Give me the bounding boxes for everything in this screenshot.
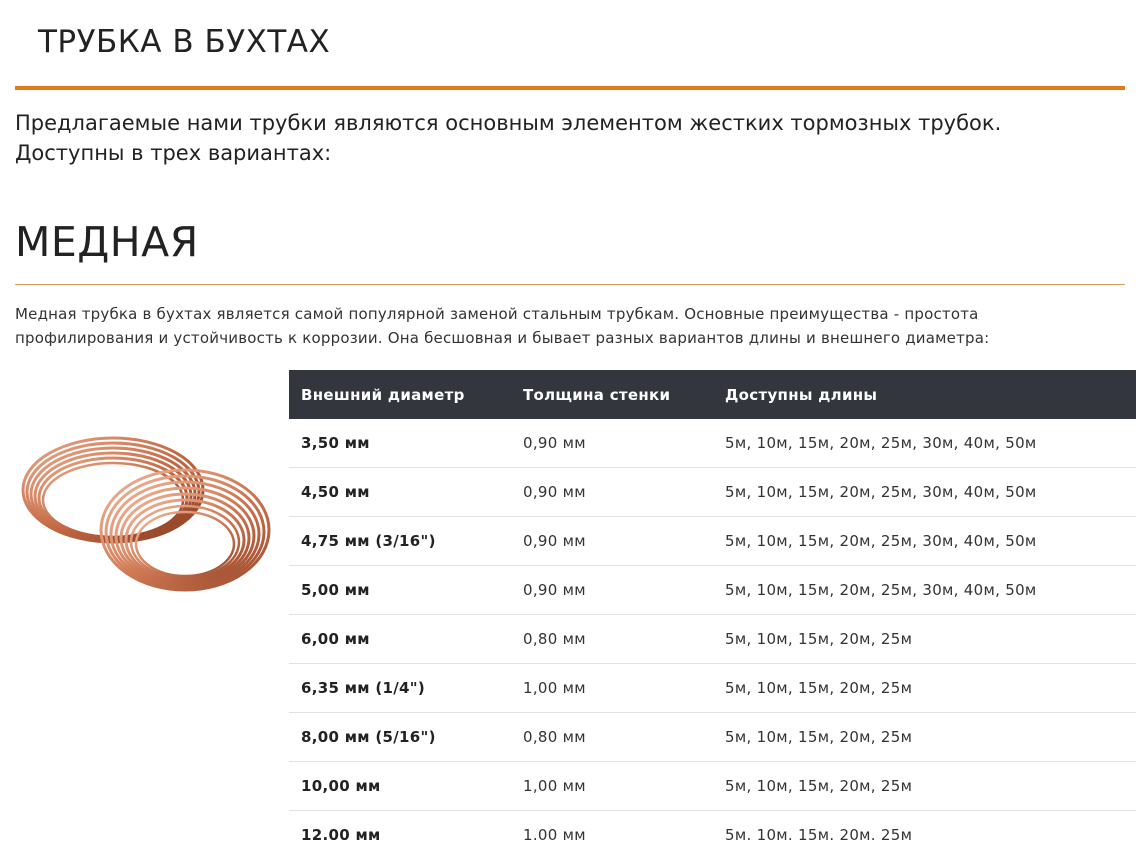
cell-outer-diameter: 5,00 мм: [289, 565, 511, 615]
section-title: МЕДНАЯ: [15, 218, 199, 266]
cell-available-lengths: 5м, 10м, 15м, 20м, 25м, 30м, 40м, 50м: [713, 419, 1136, 468]
intro-line-1: Предлагаемые нами трубки являются основн…: [15, 111, 1002, 135]
table-row: 5,00 мм 0,90 мм 5м, 10м, 15м, 20м, 25м, …: [289, 565, 1136, 615]
intro-text: Предлагаемые нами трубки являются основн…: [15, 108, 1125, 168]
table-row: 6,35 мм (1/4") 1,00 мм 5м, 10м, 15м, 20м…: [289, 663, 1136, 713]
cell-wall-thickness: 0,90 мм: [511, 467, 713, 517]
table-row: 8,00 мм (5/16") 0,80 мм 5м, 10м, 15м, 20…: [289, 712, 1136, 762]
table-row: 3,50 мм 0,90 мм 5м, 10м, 15м, 20м, 25м, …: [289, 419, 1136, 468]
cell-wall-thickness: 0,90 мм: [511, 516, 713, 566]
cell-outer-diameter: 6,00 мм: [289, 614, 511, 664]
intro-line-2: Доступны в трех вариантах:: [15, 141, 332, 165]
cell-available-lengths: 5м, 10м, 15м, 20м, 25м: [713, 712, 1136, 762]
cell-wall-thickness: 1,00 мм: [511, 761, 713, 811]
table-row: 6,00 мм 0,80 мм 5м, 10м, 15м, 20м, 25м: [289, 614, 1136, 664]
table-row: 4,50 мм 0,90 мм 5м, 10м, 15м, 20м, 25м, …: [289, 467, 1136, 517]
table-row: 4,75 мм (3/16") 0,90 мм 5м, 10м, 15м, 20…: [289, 516, 1136, 566]
cell-outer-diameter: 12.00 мм: [289, 810, 511, 842]
cell-wall-thickness: 1,00 мм: [511, 663, 713, 713]
cell-outer-diameter: 4,75 мм (3/16"): [289, 516, 511, 566]
cell-available-lengths: 5м, 10м, 15м, 20м, 25м: [713, 761, 1136, 811]
section-description-line-1: Медная трубка в бухтах является самой по…: [15, 305, 979, 323]
header-outer-diameter: Внешний диаметр: [289, 370, 511, 419]
cell-outer-diameter: 8,00 мм (5/16"): [289, 712, 511, 762]
cell-wall-thickness: 0,80 мм: [511, 712, 713, 762]
section-description: Медная трубка в бухтах является самой по…: [15, 302, 1125, 350]
section-divider: [15, 284, 1125, 285]
cell-wall-thickness: 1.00 мм: [511, 810, 713, 842]
cell-available-lengths: 5м. 10м. 15м. 20м. 25м: [713, 810, 1136, 842]
header-available-lengths: Доступны длины: [713, 370, 1136, 419]
header-wall-thickness: Толщина стенки: [511, 370, 713, 419]
cell-wall-thickness: 0,80 мм: [511, 614, 713, 664]
cell-available-lengths: 5м, 10м, 15м, 20м, 25м, 30м, 40м, 50м: [713, 516, 1136, 566]
cell-outer-diameter: 6,35 мм (1/4"): [289, 663, 511, 713]
cell-available-lengths: 5м, 10м, 15м, 20м, 25м: [713, 663, 1136, 713]
table-row: 10,00 мм 1,00 мм 5м, 10м, 15м, 20м, 25м: [289, 761, 1136, 811]
specifications-table: Внешний диаметр Толщина стенки Доступны …: [289, 370, 1136, 842]
page: ТРУБКА В БУХТАХ Предлагаемые нами трубки…: [0, 0, 1144, 842]
cell-wall-thickness: 0,90 мм: [511, 419, 713, 468]
cell-outer-diameter: 10,00 мм: [289, 761, 511, 811]
copper-coil-image: [15, 410, 277, 646]
table-header-row: Внешний диаметр Толщина стенки Доступны …: [289, 370, 1136, 419]
cell-outer-diameter: 4,50 мм: [289, 467, 511, 517]
copper-coil-icon: [21, 436, 271, 592]
table-row: 12.00 мм 1.00 мм 5м. 10м. 15м. 20м. 25м: [289, 810, 1136, 842]
cell-wall-thickness: 0,90 мм: [511, 565, 713, 615]
cell-available-lengths: 5м, 10м, 15м, 20м, 25м, 30м, 40м, 50м: [713, 565, 1136, 615]
cell-available-lengths: 5м, 10м, 15м, 20м, 25м, 30м, 40м, 50м: [713, 467, 1136, 517]
cell-available-lengths: 5м, 10м, 15м, 20м, 25м: [713, 614, 1136, 664]
section-description-line-2: профилирования и устойчивость к коррозии…: [15, 329, 990, 347]
page-title: ТРУБКА В БУХТАХ: [38, 24, 331, 60]
title-divider: [15, 86, 1125, 90]
cell-outer-diameter: 3,50 мм: [289, 419, 511, 468]
